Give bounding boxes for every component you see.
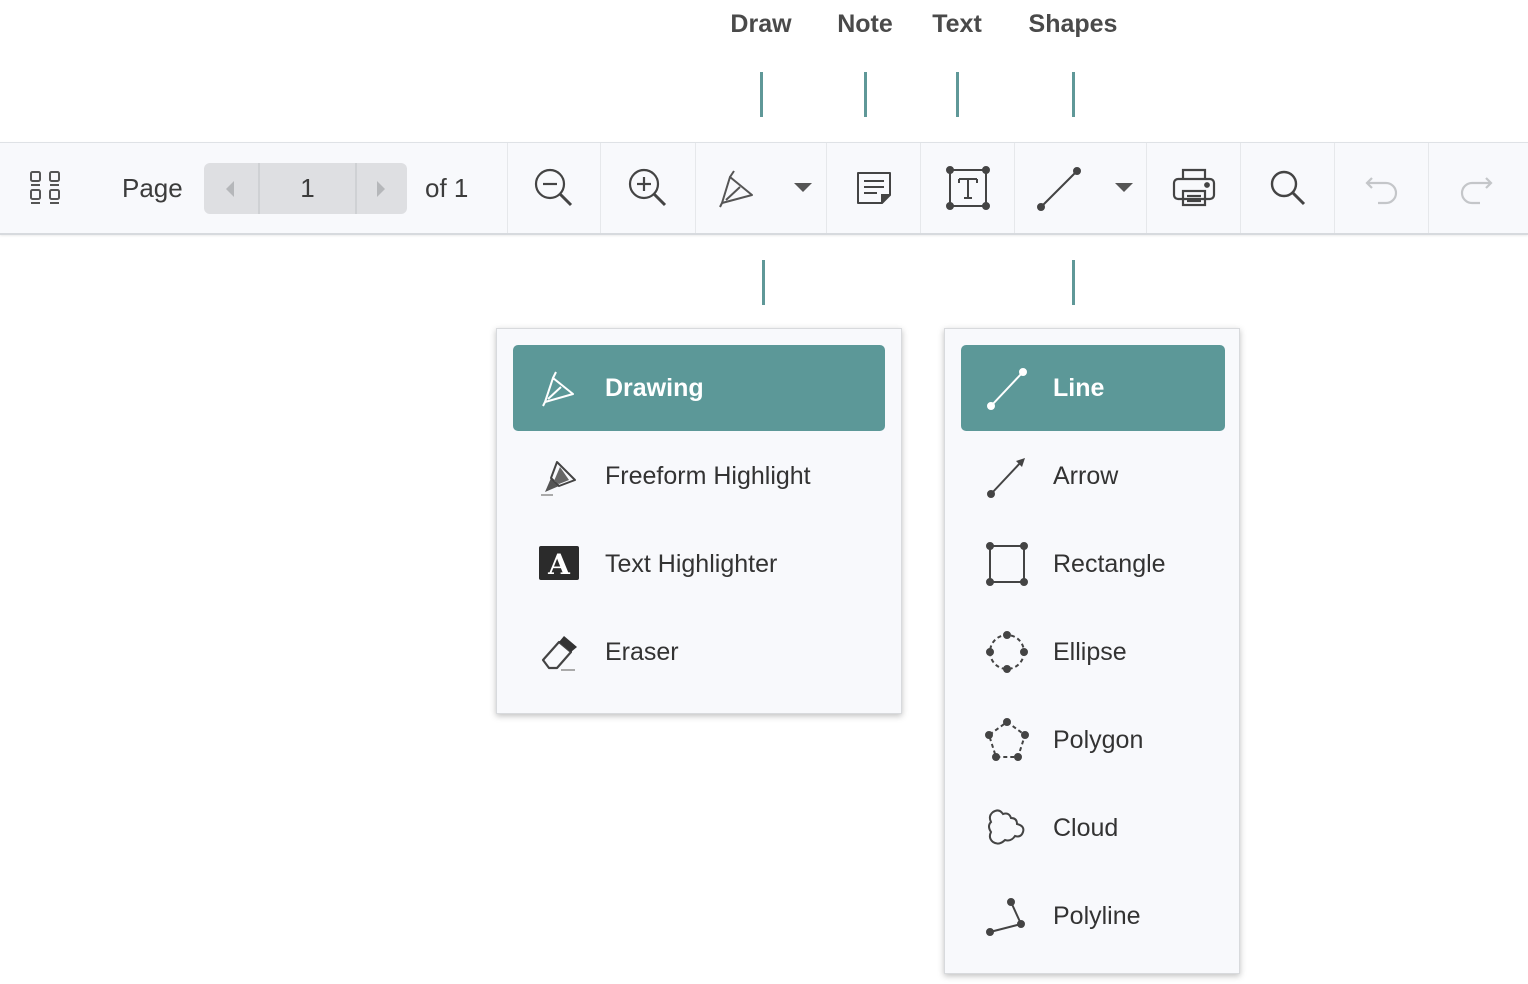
menu-item-eraser[interactable]: Eraser: [513, 609, 885, 695]
connector-draw-top: [760, 72, 763, 117]
line-icon: [987, 368, 1027, 410]
ellipse-icon: [986, 631, 1028, 673]
print-button[interactable]: [1147, 143, 1240, 233]
page-navigator: 1: [204, 163, 407, 214]
dropdown-caret-icon[interactable]: [794, 183, 812, 193]
menu-item-label: Eraser: [605, 638, 679, 666]
menu-item-polyline[interactable]: Polyline: [961, 873, 1225, 959]
svg-text:A: A: [547, 548, 571, 581]
menu-item-arrow[interactable]: Arrow: [961, 433, 1225, 519]
connector-shapes-top: [1072, 72, 1075, 117]
thumbnails-button[interactable]: [14, 143, 78, 233]
polyline-icon: [986, 898, 1025, 936]
menu-item-label: Polyline: [1053, 902, 1141, 930]
menu-item-line[interactable]: Line: [961, 345, 1225, 431]
connector-note-top: [864, 72, 867, 117]
callout-draw: Draw: [730, 10, 792, 38]
search-button[interactable]: [1241, 143, 1334, 233]
menu-item-label: Freeform Highlight: [605, 462, 811, 490]
eraser-icon: [541, 636, 577, 671]
page-number-input[interactable]: 1: [258, 163, 357, 214]
menu-item-label: Line: [1053, 374, 1105, 402]
draw-pen-icon: [719, 170, 753, 208]
menu-item-label: Cloud: [1053, 814, 1119, 842]
connector-text-top: [956, 72, 959, 117]
dropdown-caret-icon[interactable]: [1115, 183, 1133, 193]
draw-dropdown-menu: Drawing Freeform Highlight A Text Highli…: [496, 328, 902, 714]
page-next-icon: [377, 180, 385, 197]
zoom-out-button[interactable]: [508, 143, 600, 233]
shapes-dropdown-menu: Line Arrow Rectangle Ellipse Polygon Clo…: [944, 328, 1240, 974]
pen-icon: [542, 371, 574, 407]
callout-shapes: Shapes: [1028, 10, 1118, 38]
page-label: Page: [122, 173, 183, 203]
shapes-tool-button[interactable]: [1015, 143, 1146, 233]
zoom-in-button[interactable]: [601, 143, 695, 233]
menu-item-text-highlighter[interactable]: A Text Highlighter: [513, 521, 885, 607]
menu-item-cloud[interactable]: Cloud: [961, 785, 1225, 871]
zoom-in-icon: [628, 168, 667, 207]
menu-item-label: Polygon: [1053, 726, 1144, 754]
callout-text: Text: [932, 10, 982, 38]
polygon-icon: [985, 718, 1029, 761]
arrow-icon: [987, 458, 1025, 498]
menu-item-rectangle[interactable]: Rectangle: [961, 521, 1225, 607]
menu-item-label: Arrow: [1053, 462, 1119, 490]
zoom-out-icon: [534, 168, 573, 207]
menu-item-freeform-highlight[interactable]: Freeform Highlight: [513, 433, 885, 519]
print-icon: [1172, 168, 1215, 207]
menu-item-label: Drawing: [605, 374, 704, 402]
text-box-button[interactable]: [921, 143, 1014, 233]
note-button[interactable]: [827, 143, 920, 233]
cloud-icon: [988, 809, 1025, 845]
page-total-label: of 1: [425, 173, 469, 203]
rectangle-icon: [986, 542, 1028, 586]
connector-shapes-bottom: [1072, 260, 1075, 305]
undo-button[interactable]: [1335, 143, 1428, 233]
search-icon: [1270, 170, 1305, 206]
menu-item-polygon[interactable]: Polygon: [961, 697, 1225, 783]
highlighter-icon: [541, 461, 576, 496]
menu-item-drawing[interactable]: Drawing: [513, 345, 885, 431]
redo-button[interactable]: [1429, 143, 1522, 233]
undo-icon: [1364, 177, 1397, 205]
menu-item-label: Ellipse: [1053, 638, 1127, 666]
menu-item-ellipse[interactable]: Ellipse: [961, 609, 1225, 695]
note-icon: [856, 172, 891, 204]
thumbnails-icon: [30, 171, 60, 204]
annotation-toolbar: Page 1 of 1: [0, 142, 1528, 235]
redo-icon: [1460, 177, 1493, 205]
page-prev-button[interactable]: [204, 163, 256, 214]
page-next-button[interactable]: [355, 163, 407, 214]
connector-draw-bottom: [762, 260, 765, 305]
menu-item-label: Text Highlighter: [605, 550, 778, 578]
text-box-icon: [945, 166, 990, 210]
page-prev-icon: [226, 180, 234, 197]
menu-item-label: Rectangle: [1053, 550, 1166, 578]
callout-note: Note: [837, 10, 893, 38]
draw-tool-button[interactable]: [696, 143, 826, 233]
line-shape-icon: [1037, 167, 1081, 211]
text-highlighter-icon: A: [539, 546, 579, 581]
